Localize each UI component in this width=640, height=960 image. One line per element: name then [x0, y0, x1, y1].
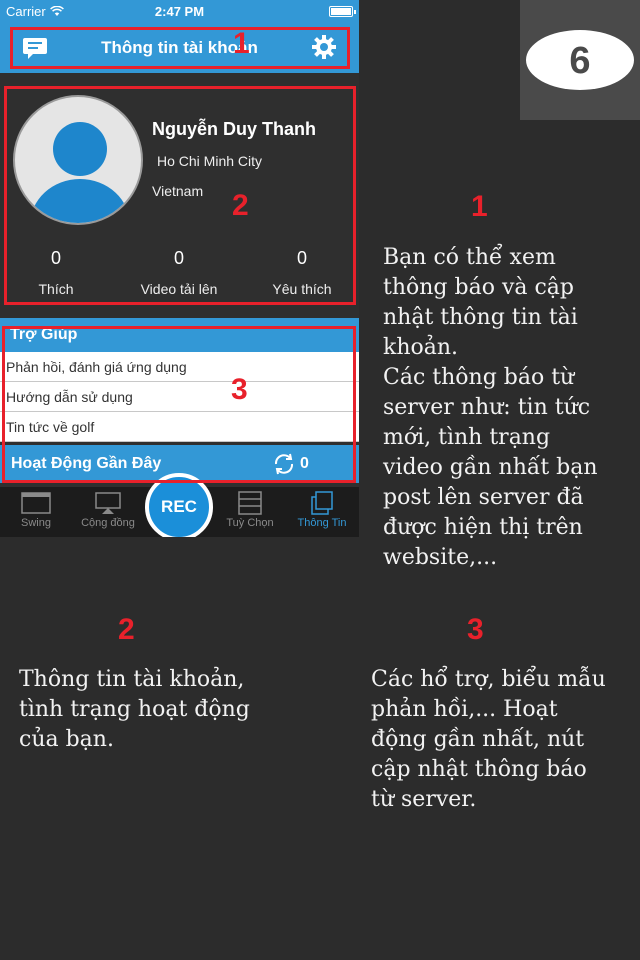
info-icon	[311, 491, 333, 515]
description-1: Bạn có thể xem thông báo và cập nhật thô…	[383, 245, 598, 570]
annotation-marker-2: 2	[232, 189, 249, 222]
tab-swing[interactable]: Swing	[1, 487, 71, 537]
tab-label: Tuỳ Chọn	[226, 517, 274, 529]
annotation-box-1	[10, 27, 350, 69]
options-icon	[238, 491, 262, 515]
tab-label: Swing	[21, 517, 51, 529]
tab-community[interactable]: Cộng đồng	[73, 487, 143, 537]
clock: 2:47 PM	[154, 4, 205, 19]
tab-info[interactable]: Thông Tin	[287, 487, 357, 537]
community-icon	[95, 492, 121, 514]
desc-marker-2: 2	[118, 613, 135, 646]
status-bar: Carrier 2:47 PM	[0, 0, 359, 23]
annotation-marker-1: 1	[233, 27, 250, 60]
annotation-marker-3: 3	[231, 373, 248, 406]
step-number: 6	[569, 40, 590, 82]
battery-icon	[329, 6, 356, 17]
desc-marker-1: 1	[471, 190, 488, 223]
description-3: Các hổ trợ, biểu mẫu phản hồi,... Hoạt đ…	[371, 667, 606, 812]
annotation-box-2	[4, 86, 356, 305]
desc-marker-3: 3	[467, 613, 484, 646]
tab-label: Thông Tin	[297, 517, 347, 529]
step-badge: 6	[520, 0, 640, 120]
description-2: Thông tin tài khoản, tình trạng hoạt độn…	[19, 667, 250, 752]
swing-icon	[21, 492, 51, 514]
tab-label: Cộng đồng	[81, 517, 135, 529]
tab-options[interactable]: Tuỳ Chọn	[215, 487, 285, 537]
annotation-box-3	[2, 326, 356, 483]
tab-bar: Swing Cộng đồng REC Tuỳ Chọn Thông Tin	[0, 473, 359, 537]
